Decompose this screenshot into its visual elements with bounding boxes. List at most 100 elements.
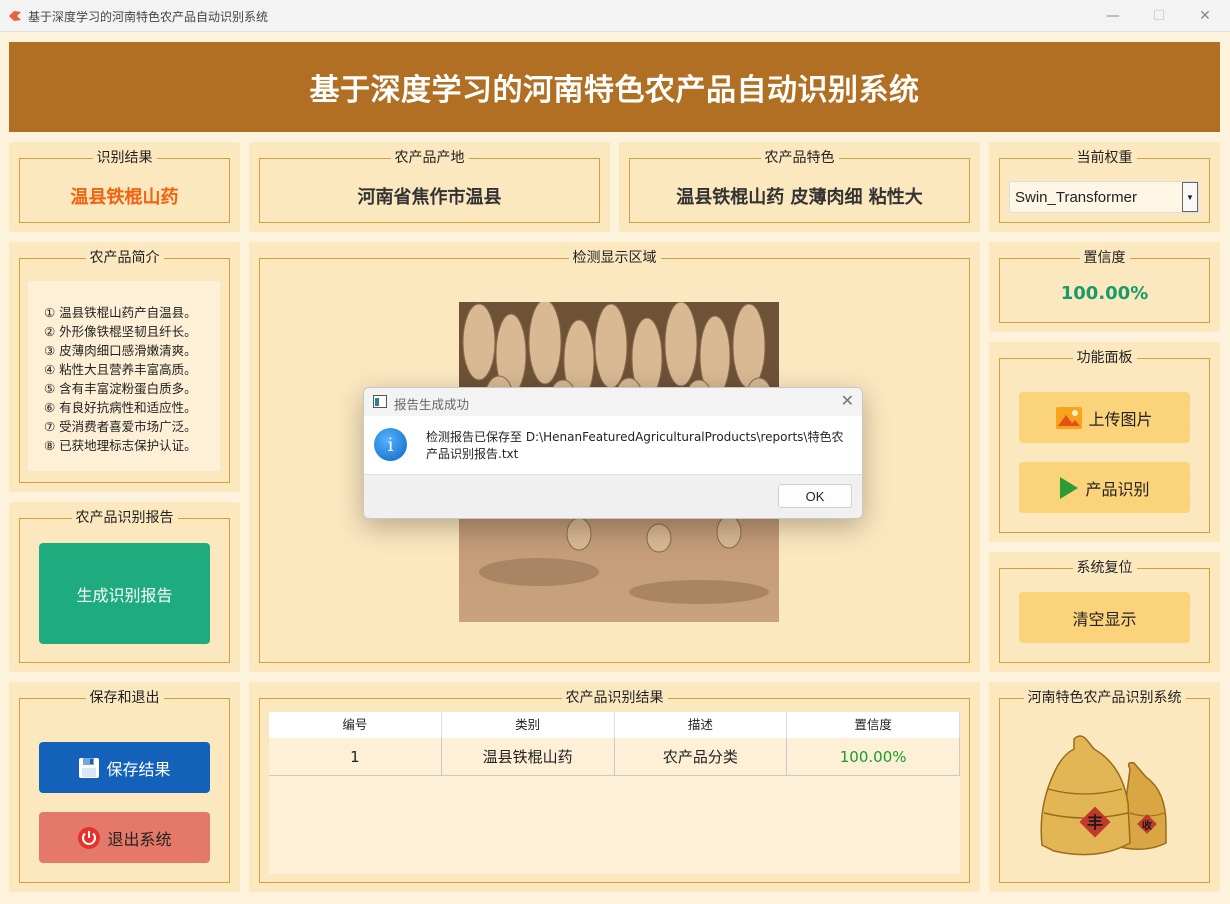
- header-banner: 基于深度学习的河南特色农产品自动识别系统: [9, 42, 1220, 132]
- confidence-label: 置信度: [1079, 250, 1130, 266]
- logo-label: 河南特色农产品识别系统: [1023, 690, 1186, 706]
- intro-line: ② 外形像铁棍坚韧且纤长。: [44, 324, 197, 339]
- reset-label: 系统复位: [1072, 560, 1137, 576]
- recognition-result: 温县铁棍山药: [70, 187, 179, 208]
- save-exit-label: 保存和退出: [85, 690, 164, 706]
- table-cell[interactable]: 100.00%: [787, 738, 960, 775]
- report-success-dialog: 报告生成成功 ✕ i 检测报告已保存至 D:\HenanFeaturedAgri…: [363, 387, 863, 519]
- results-group: 农产品识别结果 编号 类别 描述 置信度 1 温县铁棍山药 农产品分类 100.…: [259, 690, 970, 883]
- page-title: 基于深度学习的河南特色农产品自动识别系统: [309, 73, 920, 108]
- results-panel: 农产品识别结果 编号 类别 描述 置信度 1 温县铁棍山药 农产品分类 100.…: [249, 682, 980, 892]
- report-group: 农产品识别报告 生成识别报告: [19, 510, 230, 663]
- recognition-group: 识别结果 温县铁棍山药: [19, 150, 230, 223]
- table-row[interactable]: 1 温县铁棍山药 农产品分类 100.00%: [269, 738, 960, 776]
- confidence-panel: 置信度 100.00%: [989, 242, 1220, 332]
- dialog-body: i 检测报告已保存至 D:\HenanFeaturedAgriculturalP…: [364, 416, 862, 474]
- generate-report-button[interactable]: 生成识别报告: [39, 543, 210, 644]
- chevron-down-icon[interactable]: ▼: [1182, 182, 1198, 212]
- table-cell[interactable]: 农产品分类: [615, 738, 788, 775]
- feature-panel: 农产品特色 温县铁棍山药 皮薄肉细 粘性大: [619, 142, 980, 232]
- info-icon: i: [374, 428, 407, 461]
- granary-logo-icon: 丰 收: [1040, 735, 1167, 856]
- intro-line: ① 温县铁棍山药产自温县。: [44, 305, 197, 320]
- intro-line: ③ 皮薄肉细口感滑嫩清爽。: [44, 343, 197, 358]
- origin-panel: 农产品产地 河南省焦作市温县: [249, 142, 610, 232]
- report-label: 农产品识别报告: [71, 510, 178, 526]
- weight-selected-value: Swin_Transformer: [1015, 189, 1137, 206]
- column-header[interactable]: 置信度: [787, 712, 960, 738]
- window-titlebar: 基于深度学习的河南特色农产品自动识别系统 — ☐ ✕: [0, 0, 1230, 32]
- origin-group: 农产品产地 河南省焦作市温县: [259, 150, 600, 223]
- functions-panel: 功能面板 上传图片 产品识别: [989, 342, 1220, 542]
- identify-product-button[interactable]: 产品识别: [1019, 462, 1190, 513]
- dialog-close-icon[interactable]: ✕: [841, 391, 854, 410]
- column-header[interactable]: 描述: [615, 712, 788, 738]
- minimize-button[interactable]: —: [1090, 0, 1136, 32]
- close-button[interactable]: ✕: [1182, 0, 1228, 32]
- feature-value: 温县铁棍山药 皮薄肉细 粘性大: [676, 187, 923, 208]
- floppy-disk-icon: [78, 757, 100, 779]
- functions-group: 功能面板 上传图片 产品识别: [999, 350, 1210, 533]
- intro-line: ④ 粘性大且营养丰富高质。: [44, 362, 197, 377]
- recognition-panel: 识别结果 温县铁棍山药: [9, 142, 240, 232]
- intro-line: ⑥ 有良好抗病性和适应性。: [44, 400, 197, 415]
- intro-text-box: ① 温县铁棍山药产自温县。 ② 外形像铁棍坚韧且纤长。 ③ 皮薄肉细口感滑嫩清爽…: [28, 281, 220, 471]
- functions-label: 功能面板: [1072, 350, 1137, 366]
- maximize-button[interactable]: ☐: [1136, 0, 1182, 32]
- exit-system-label: 退出系统: [107, 829, 172, 849]
- feature-label: 农产品特色: [760, 150, 839, 166]
- dialog-footer: OK: [364, 474, 862, 518]
- table-cell[interactable]: 1: [269, 738, 442, 775]
- intro-line: ⑦ 受消费者喜爱市场广泛。: [44, 419, 197, 434]
- dialog-message: 检测报告已保存至 D:\HenanFeaturedAgriculturalPro…: [426, 430, 844, 461]
- recognition-label: 识别结果: [92, 150, 157, 166]
- save-exit-panel: 保存和退出 保存结果 退出系统: [9, 682, 240, 892]
- upload-image-label: 上传图片: [1088, 409, 1153, 429]
- close-icon: ✕: [1199, 8, 1211, 24]
- origin-value: 河南省焦作市温县: [357, 187, 502, 208]
- upload-image-button[interactable]: 上传图片: [1019, 392, 1190, 443]
- play-icon: [1059, 476, 1079, 499]
- save-results-label: 保存结果: [106, 759, 171, 779]
- weight-panel: 当前权重 Swin_Transformer ▼: [989, 142, 1220, 232]
- confidence-group: 置信度 100.00%: [999, 250, 1210, 323]
- logo-panel: 河南特色农产品识别系统 丰 收: [989, 682, 1220, 892]
- confidence-value: 100.00%: [1060, 283, 1149, 304]
- report-panel: 农产品识别报告 生成识别报告: [9, 502, 240, 672]
- power-icon: [77, 826, 101, 850]
- table-header: 编号 类别 描述 置信度: [269, 712, 960, 738]
- origin-label: 农产品产地: [390, 150, 469, 166]
- column-header[interactable]: 类别: [442, 712, 615, 738]
- app-icon: [9, 11, 21, 21]
- reset-panel: 系统复位 清空显示: [989, 552, 1220, 672]
- maximize-icon: ☐: [1152, 8, 1166, 24]
- weight-group: 当前权重 Swin_Transformer ▼: [999, 150, 1210, 223]
- results-table: 编号 类别 描述 置信度 1 温县铁棍山药 农产品分类 100.00%: [269, 712, 960, 874]
- exit-system-button[interactable]: 退出系统: [39, 812, 210, 863]
- clear-display-button[interactable]: 清空显示: [1019, 592, 1190, 643]
- image-icon: [1056, 406, 1083, 429]
- dialog-titlebar: 报告生成成功 ✕: [364, 388, 862, 416]
- intro-label: 农产品简介: [85, 250, 164, 266]
- feature-group: 农产品特色 温县铁棍山药 皮薄肉细 粘性大: [629, 150, 970, 223]
- svg-text:丰: 丰: [1087, 813, 1103, 832]
- table-cell[interactable]: 温县铁棍山药: [442, 738, 615, 775]
- logo-group: 河南特色农产品识别系统 丰 收: [999, 690, 1210, 883]
- dialog-app-icon: [373, 395, 387, 408]
- ok-button[interactable]: OK: [778, 484, 852, 508]
- weight-label: 当前权重: [1072, 150, 1137, 166]
- window-title: 基于深度学习的河南特色农产品自动识别系统: [28, 10, 269, 24]
- dialog-title: 报告生成成功: [394, 397, 470, 412]
- svg-text:收: 收: [1142, 819, 1152, 832]
- intro-line: ⑤ 含有丰富淀粉蛋白质多。: [44, 381, 197, 396]
- column-header[interactable]: 编号: [269, 712, 442, 738]
- detect-label: 检测显示区域: [568, 250, 661, 266]
- intro-line: ⑧ 已获地理标志保护认证。: [44, 438, 197, 453]
- save-exit-group: 保存和退出 保存结果 退出系统: [19, 690, 230, 883]
- identify-product-label: 产品识别: [1085, 479, 1150, 499]
- reset-group: 系统复位 清空显示: [999, 560, 1210, 663]
- intro-group: 农产品简介 ① 温县铁棍山药产自温县。 ② 外形像铁棍坚韧且纤长。 ③ 皮薄肉细…: [19, 250, 230, 483]
- weight-select[interactable]: Swin_Transformer ▼: [1009, 181, 1199, 213]
- save-results-button[interactable]: 保存结果: [39, 742, 210, 793]
- minimize-icon: —: [1106, 8, 1120, 24]
